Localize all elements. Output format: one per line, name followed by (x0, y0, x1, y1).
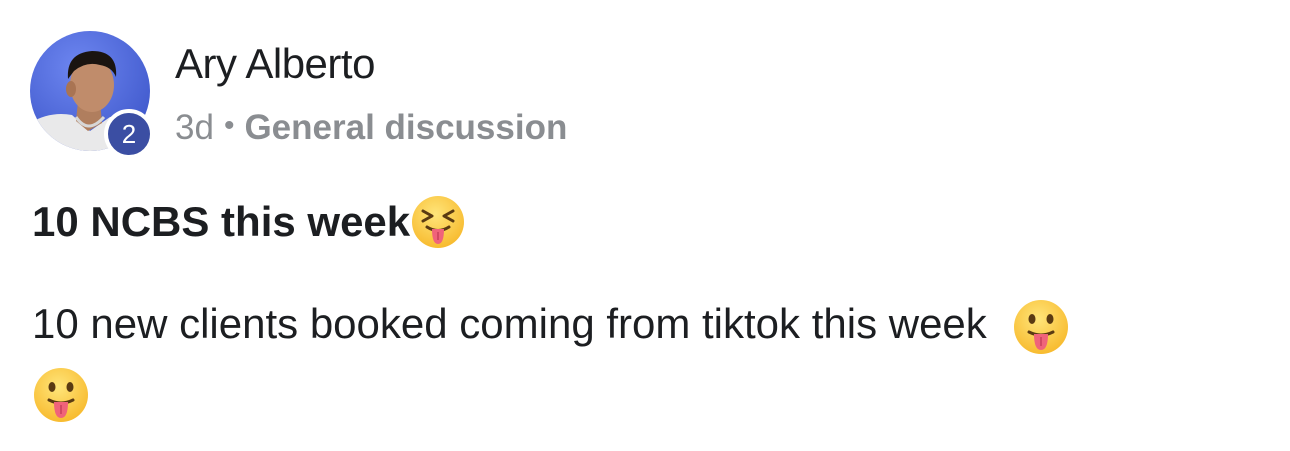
author-avatar[interactable]: 2 (30, 31, 154, 159)
post-meta: 3d • General discussion (175, 108, 567, 148)
post-title: 10 NCBS this week (32, 194, 466, 250)
face-with-tongue-icon (1012, 298, 1070, 356)
level-badge: 2 (104, 109, 154, 159)
post-title-text: 10 NCBS this week (32, 198, 411, 245)
face-with-tongue-icon (32, 366, 90, 424)
post-body: 10 new clients booked coming from tiktok… (32, 290, 1262, 426)
squinting-face-with-tongue-icon (410, 194, 466, 250)
author-name[interactable]: Ary Alberto (175, 40, 375, 88)
post-time[interactable]: 3d (175, 108, 214, 147)
group-name-link[interactable]: General discussion (244, 108, 567, 147)
group-post: 2 Ary Alberto 3d • General discussion 10 N… (0, 0, 1290, 451)
meta-separator: • (223, 109, 235, 142)
post-body-text: 10 new clients booked coming from tiktok… (32, 300, 987, 347)
